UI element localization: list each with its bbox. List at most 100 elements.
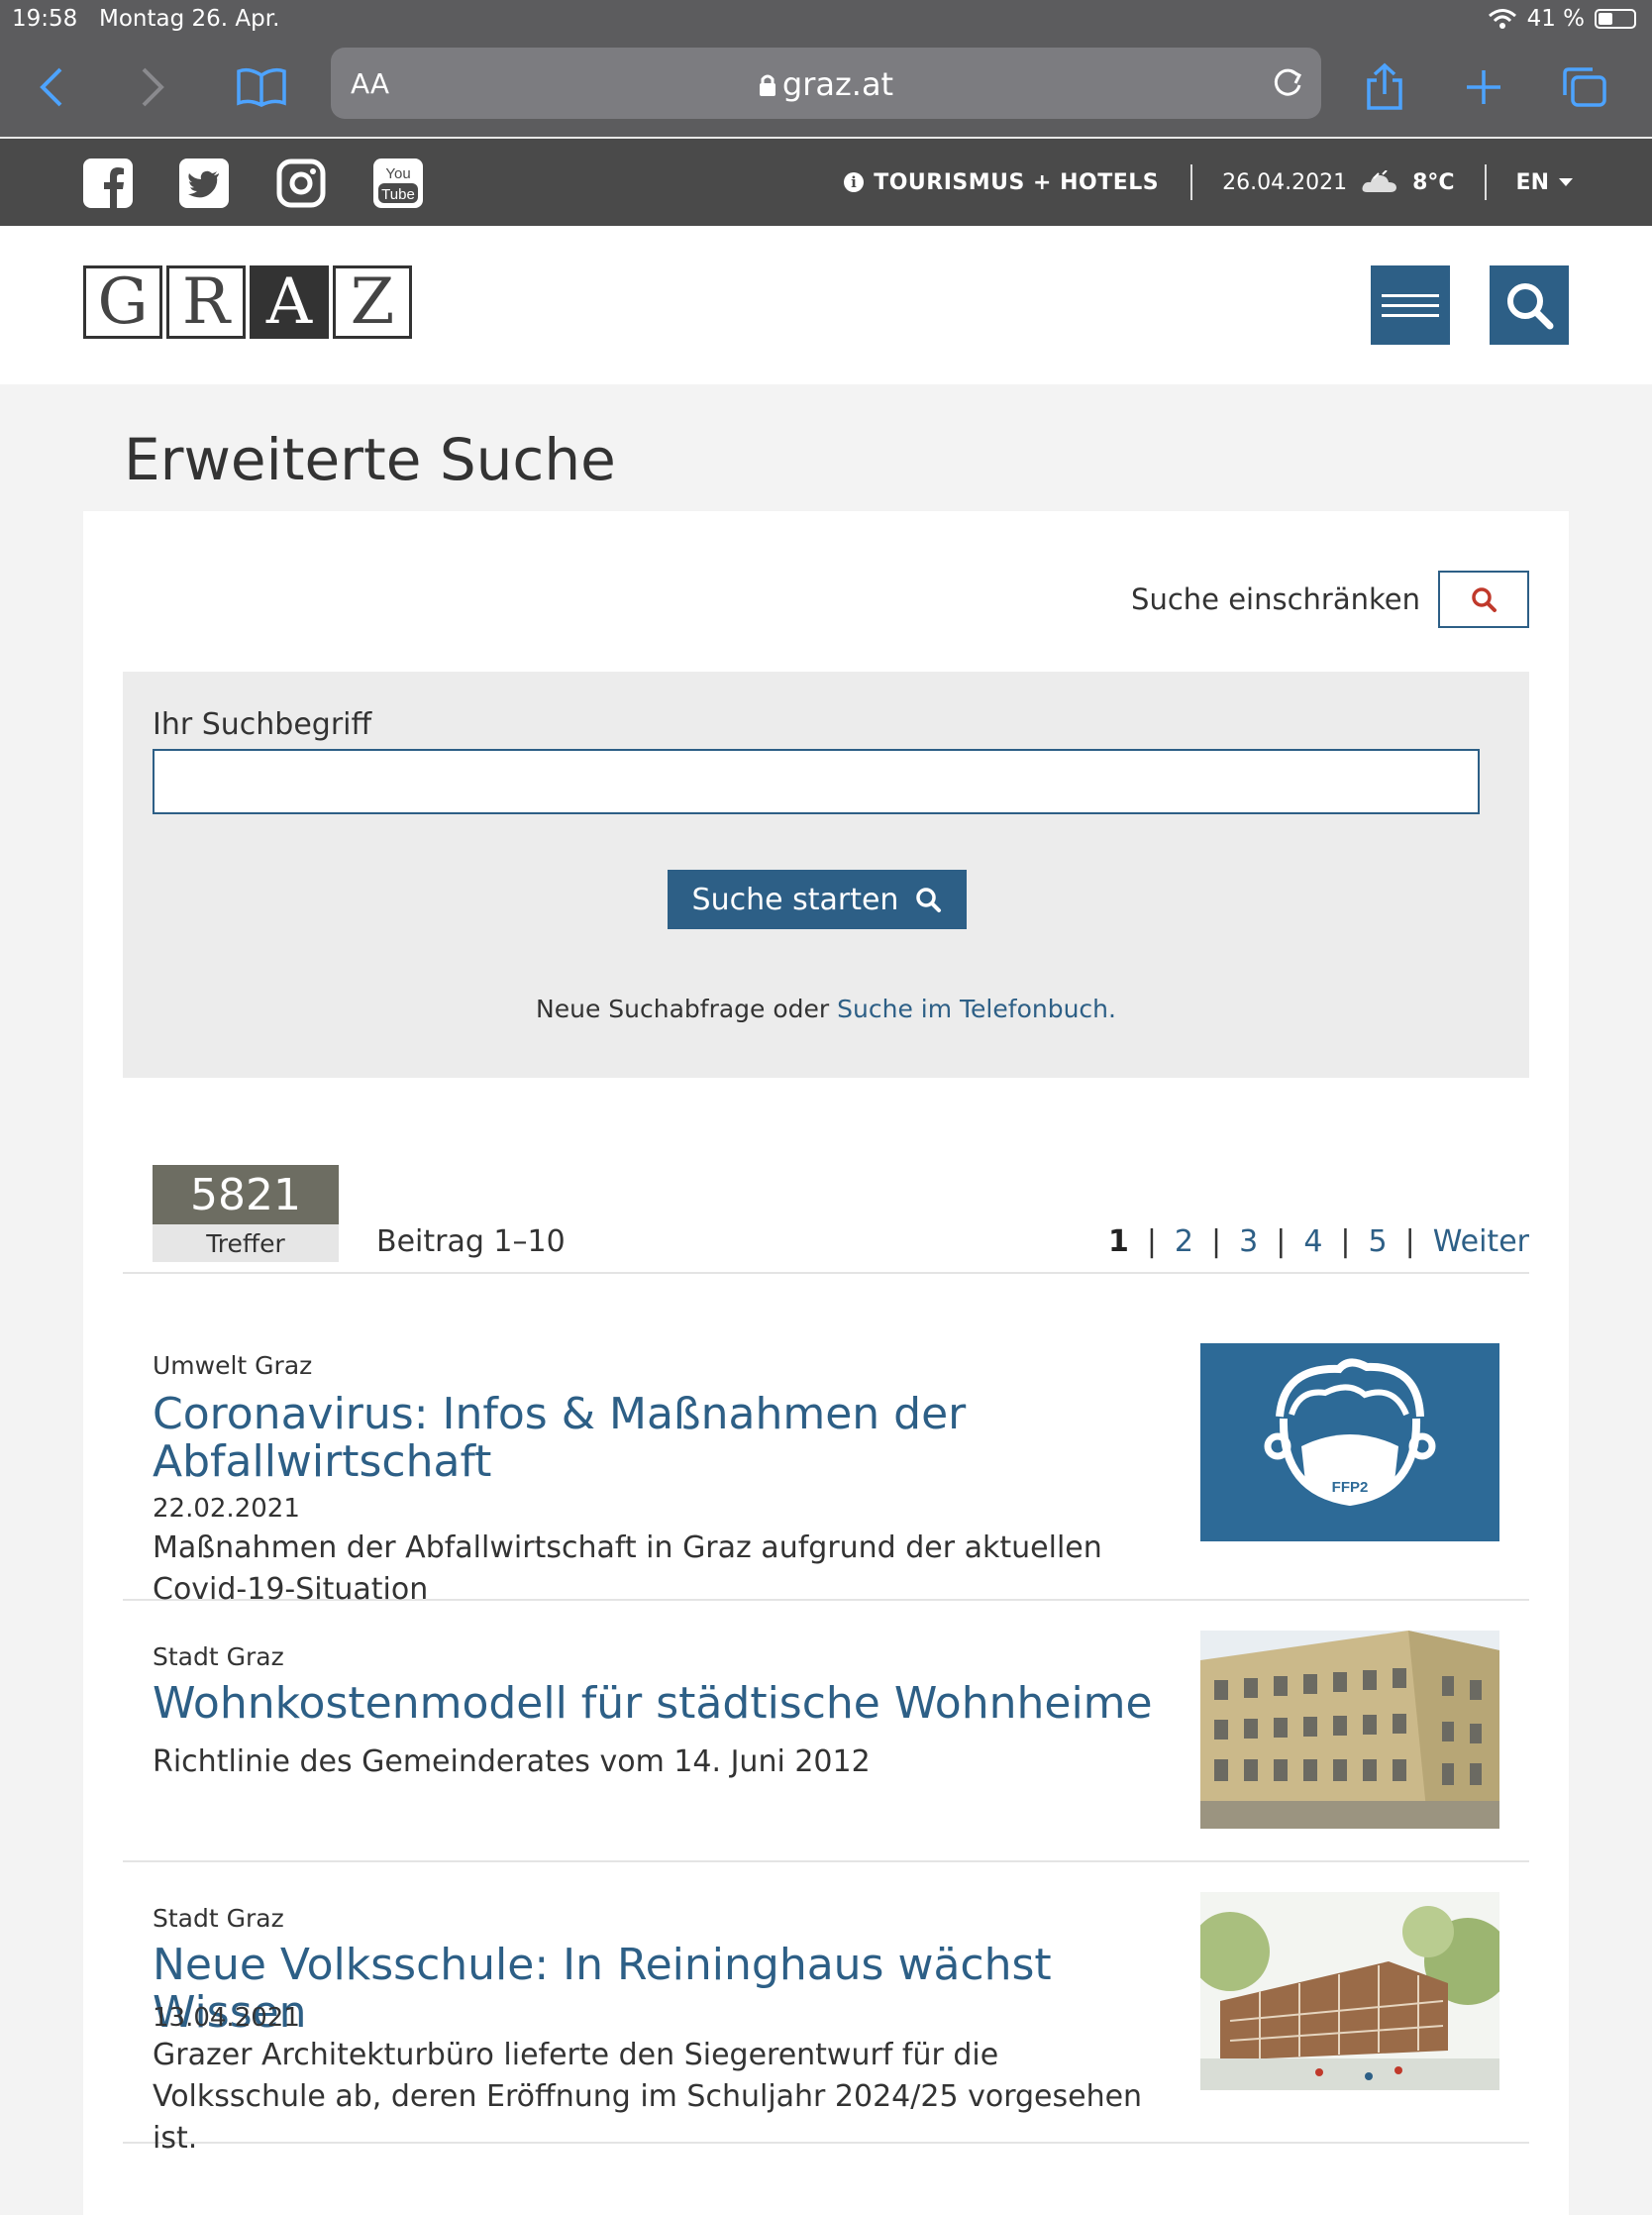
share-icon: [1367, 62, 1402, 110]
result-category: Umwelt Graz: [153, 1351, 313, 1380]
instagram-link[interactable]: [276, 158, 326, 208]
new-query-text: Neue Suchabfrage oder: [536, 995, 830, 1023]
search-card: Suche einschränken Ihr Suchbegriff Suche…: [83, 511, 1569, 2215]
back-button[interactable]: [22, 57, 81, 117]
result-description: Grazer Architekturbüro lieferte den Sieg…: [153, 2038, 1143, 2156]
svg-text:You: You: [385, 165, 410, 182]
page-separator: |: [1340, 1224, 1351, 1259]
result-category: Stadt Graz: [153, 1904, 284, 1933]
hits-badge: 5821 Treffer: [153, 1165, 339, 1262]
pagination: 1 | 2 | 3 | 4 | 5 | Weiter: [1108, 1224, 1529, 1259]
tourism-link[interactable]: i TOURISMUS + HOTELS: [844, 170, 1159, 195]
result-title-link[interactable]: Neue Volksschule: In Reininghaus wächst …: [153, 1942, 1163, 2037]
search-result: Stadt Graz Neue Volksschule: In Reiningh…: [123, 1862, 1529, 2156]
new-tab-button[interactable]: [1454, 57, 1513, 117]
result-date: 13.04.2021: [153, 2003, 300, 2033]
page-link-current: 1: [1107, 1224, 1129, 1259]
logo-letter: R: [166, 265, 246, 339]
book-icon: [237, 67, 286, 107]
result-category: Stadt Graz: [153, 1642, 284, 1671]
building-photo: [1200, 1631, 1499, 1829]
ios-status-bar: 19:58 Montag 26. Apr. 41 %: [0, 0, 1652, 40]
page-separator: |: [1146, 1224, 1157, 1259]
tourism-label: TOURISMUS + HOTELS: [874, 169, 1160, 195]
url-text: graz.at: [781, 65, 894, 103]
tabs-icon: [1563, 67, 1606, 107]
new-query-line: Neue Suchabfrage oder Suche im Telefonbu…: [123, 995, 1529, 1023]
result-description: Richtlinie des Gemeinderates vom 14. Jun…: [153, 1744, 871, 1779]
instagram-icon: [276, 158, 326, 208]
graz-logo[interactable]: G R A Z: [83, 265, 412, 339]
facebook-link[interactable]: [83, 158, 133, 208]
top-bar-right: i TOURISMUS + HOTELS 26.04.2021 8°C EN: [844, 139, 1652, 226]
status-time: 19:58: [12, 6, 78, 32]
search-form: Ihr Suchbegriff Suche starten Neue Sucha…: [123, 672, 1529, 1078]
search-result: Umwelt Graz Coronavirus: Infos & Maßnahm…: [123, 1274, 1529, 1607]
logo-letter: G: [83, 265, 162, 339]
search-field-label: Ihr Suchbegriff: [153, 707, 372, 742]
page-separator: |: [1404, 1224, 1415, 1259]
search-icon: [916, 888, 942, 912]
logo-letter: Z: [333, 265, 412, 339]
weather-date: 26.04.2021: [1222, 169, 1348, 195]
share-button[interactable]: [1355, 57, 1414, 117]
results-range: Beitrag 1–10: [376, 1224, 566, 1259]
menu-button[interactable]: [1371, 265, 1450, 345]
info-icon: i: [844, 172, 865, 192]
chevron-left-icon: [40, 67, 62, 107]
lock-icon: [759, 74, 775, 96]
page-link[interactable]: 5: [1369, 1224, 1388, 1259]
caret-down-icon: [1559, 178, 1573, 186]
youtube-link[interactable]: You Tube: [373, 158, 423, 208]
result-description: Maßnahmen der Abfallwirtschaft in Graz a…: [153, 1530, 1102, 1607]
chevron-right-icon: [142, 67, 164, 107]
logo-letter: A: [250, 265, 329, 339]
reload-icon[interactable]: [1268, 63, 1307, 103]
twitter-icon: [179, 158, 229, 208]
page-title: Erweiterte Suche: [124, 426, 616, 493]
ffp2-mask-illustration: FFP2: [1264, 1358, 1436, 1507]
bookmarks-button[interactable]: [232, 57, 291, 117]
language-selector[interactable]: EN: [1516, 170, 1573, 195]
search-submit-button[interactable]: Suche starten: [668, 870, 967, 929]
status-indicators: 41 %: [1488, 6, 1636, 32]
search-input[interactable]: [153, 749, 1480, 814]
result-title-link[interactable]: Coronavirus: Infos & Maßnahmen der Abfal…: [153, 1391, 1143, 1486]
refine-search: Suche einschränken: [1131, 571, 1529, 628]
page-link[interactable]: 4: [1303, 1224, 1322, 1259]
divider: [1190, 164, 1193, 200]
hits-count: 5821: [153, 1165, 339, 1224]
phonebook-search-link[interactable]: Suche im Telefonbuch.: [837, 995, 1116, 1023]
forward-button[interactable]: [123, 57, 182, 117]
result-thumbnail[interactable]: FFP2: [1200, 1343, 1499, 1541]
school-rendering: [1200, 1892, 1499, 2090]
weather-temperature: 8°C: [1412, 169, 1455, 195]
next-page-link[interactable]: Weiter: [1433, 1224, 1529, 1259]
twitter-link[interactable]: [179, 158, 229, 208]
result-date: 22.02.2021: [153, 1494, 300, 1524]
page-link[interactable]: 3: [1239, 1224, 1258, 1259]
search-submit-label: Suche starten: [691, 882, 899, 917]
result-thumbnail[interactable]: [1200, 1892, 1499, 2090]
address-bar[interactable]: AA graz.at: [331, 48, 1321, 119]
search-result: Stadt Graz Wohnkostenmodell für städtisc…: [123, 1601, 1529, 1862]
status-date: Montag 26. Apr.: [99, 6, 280, 32]
page-link[interactable]: 2: [1175, 1224, 1193, 1259]
cloudy-weather-icon: [1362, 170, 1397, 192]
tabs-button[interactable]: [1555, 57, 1614, 117]
page-separator: |: [1211, 1224, 1222, 1259]
refine-search-button[interactable]: [1438, 571, 1529, 628]
result-thumbnail[interactable]: [1200, 1631, 1499, 1829]
divider: [1484, 164, 1487, 200]
mask-label: FFP2: [1332, 1479, 1369, 1496]
battery-percent: 41 %: [1526, 6, 1585, 32]
youtube-icon: You Tube: [373, 158, 423, 208]
result-title-link[interactable]: Wohnkostenmodell für städtische Wohnheim…: [153, 1680, 1163, 1728]
page-separator: |: [1276, 1224, 1287, 1259]
weather-widget: 26.04.2021 8°C: [1222, 170, 1454, 195]
plus-icon: [1467, 70, 1500, 104]
hamburger-icon: [1382, 287, 1439, 324]
header-search-button[interactable]: [1490, 265, 1569, 345]
facebook-icon: [83, 158, 133, 208]
search-icon: [1507, 283, 1554, 330]
